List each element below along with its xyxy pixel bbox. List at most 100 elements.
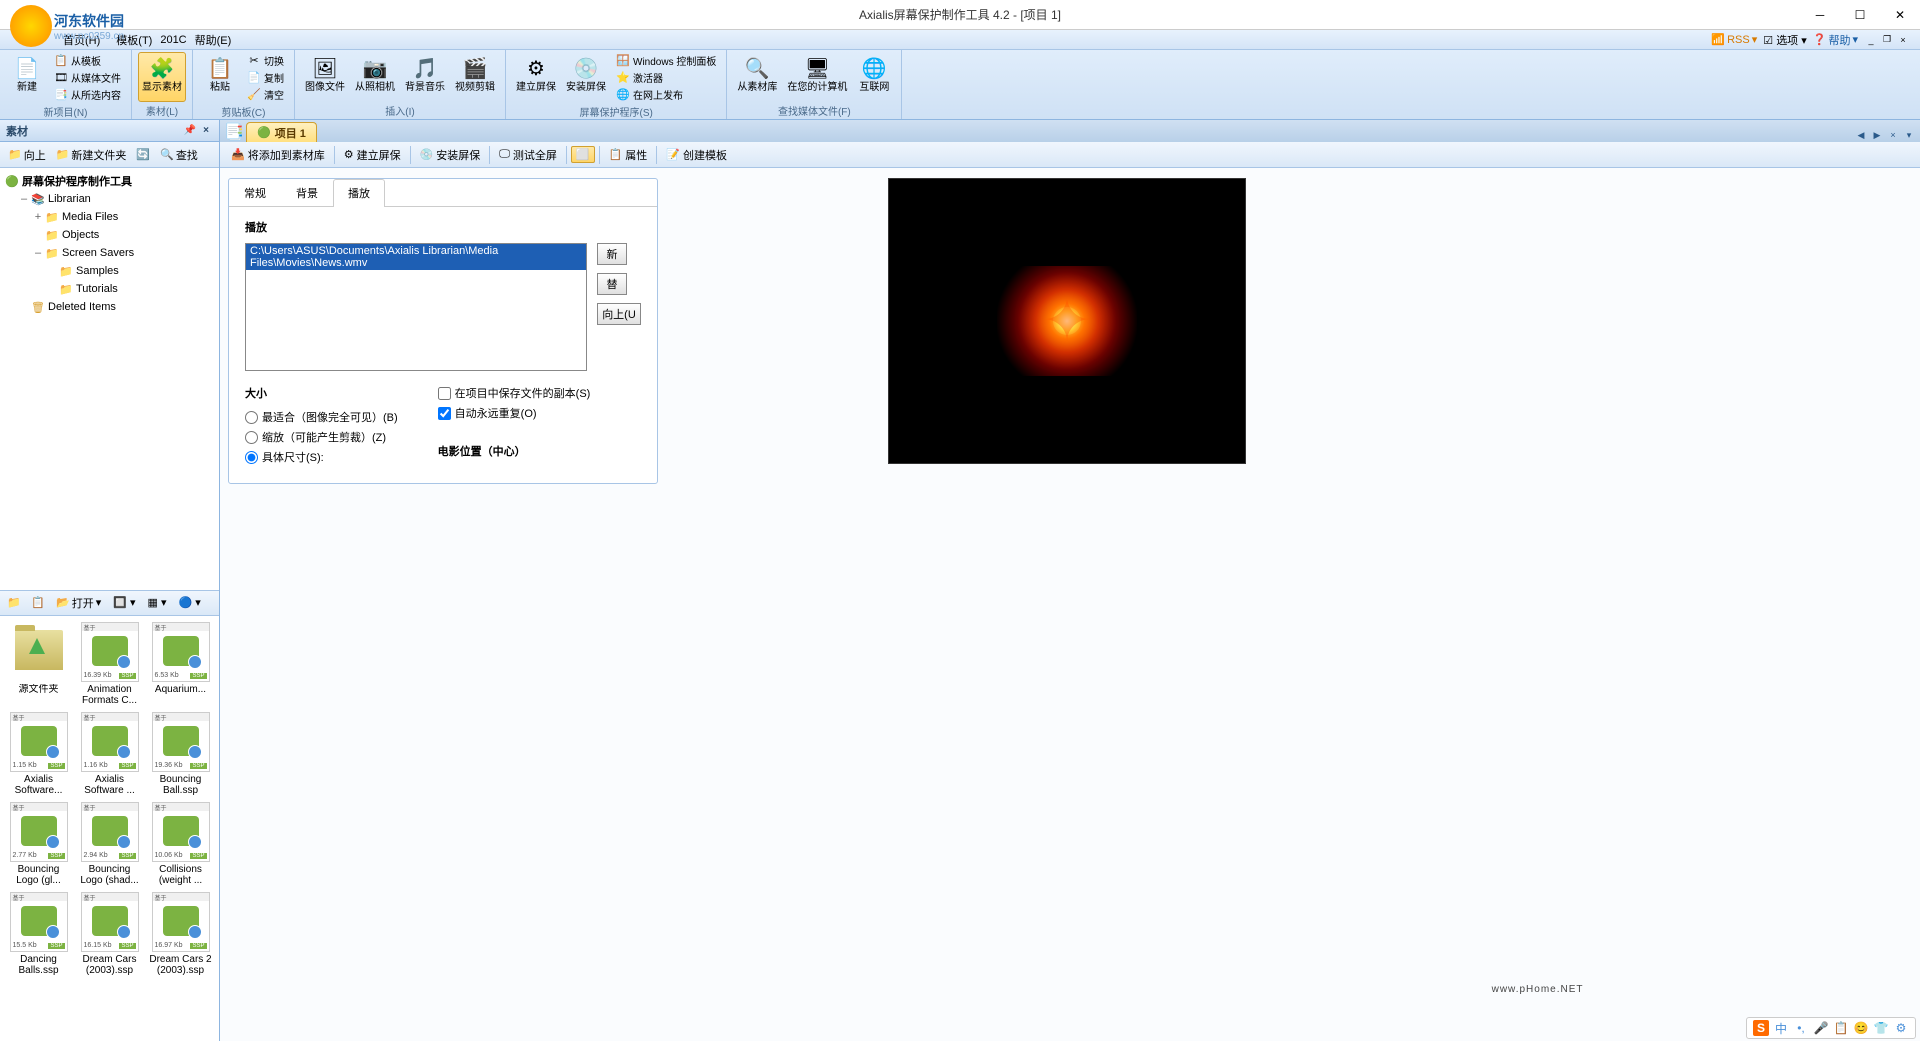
thumbnail-Dancing Balls.ssp[interactable]: 基于15.5 KbSSPDancing Balls.ssp: [6, 892, 71, 976]
replace-file-button[interactable]: 替: [597, 273, 627, 295]
ribbon-mini-在网上发布[interactable]: 🌐在网上发布: [612, 86, 720, 103]
close-button[interactable]: ✕: [1880, 1, 1920, 29]
thumbnail-grid[interactable]: 源文件夹基于16.39 KbSSPAnimation Formats C...基…: [0, 616, 219, 1041]
tt-btn-2[interactable]: 📋: [28, 593, 48, 613]
tray-icon-4[interactable]: 😊: [1853, 1020, 1869, 1036]
folder-tree[interactable]: 🟢 屏幕保护程序制作工具 –📚Librarian+📁Media Files📁Ob…: [0, 168, 219, 590]
doctb-创建模板[interactable]: 📝创建模板: [661, 145, 732, 165]
menu-help[interactable]: 帮助(E): [187, 30, 240, 50]
tree-node-Deleted Items[interactable]: 🗑Deleted Items: [0, 298, 219, 316]
thumbnail-Dream Cars (2003).ssp[interactable]: 基于16.15 KbSSPDream Cars (2003).ssp: [77, 892, 142, 976]
ribbon-mini-从所选内容[interactable]: 📑从所选内容: [50, 86, 125, 103]
thumbnail-Bouncing Logo (shad...[interactable]: 基于2.94 KbSSPBouncing Logo (shad...: [77, 802, 142, 886]
tab-menu-button[interactable]: ▾: [1902, 128, 1916, 142]
tray-icon-3[interactable]: 📋: [1833, 1020, 1849, 1036]
thumbnail-Axialis Software...[interactable]: 基于1.15 KbSSPAxialis Software...: [6, 712, 71, 796]
ribbon-btn-粘贴[interactable]: 📋粘贴: [199, 52, 241, 103]
size-radio-2[interactable]: 具体尺寸(S):: [245, 449, 398, 465]
options-button[interactable]: ☑ 选项 ▾: [1763, 32, 1807, 48]
prop-tab-背景[interactable]: 背景: [281, 179, 333, 206]
doctb-建立屏保[interactable]: ⚙建立屏保: [339, 145, 406, 165]
prop-tab-常规[interactable]: 常规: [229, 179, 281, 206]
tree-node-Samples[interactable]: 📁Samples: [0, 262, 219, 280]
help-button[interactable]: ❓帮助 ▾: [1813, 32, 1858, 48]
move-up-button[interactable]: 向上(U: [597, 303, 641, 325]
tray-icon-2[interactable]: 🎤: [1813, 1020, 1829, 1036]
ribbon-mini-激活器[interactable]: ⭐激活器: [612, 69, 720, 86]
tray-icon-5[interactable]: 👕: [1873, 1020, 1889, 1036]
ribbon-btn-背景音乐[interactable]: 🎵背景音乐: [401, 52, 449, 102]
option-check-1[interactable]: 自动永远重复(O): [438, 405, 591, 421]
view-button-1[interactable]: 🔲 ▾: [109, 593, 139, 613]
panel-pin-button[interactable]: 📌: [183, 124, 197, 138]
size-radio-0[interactable]: 最适合（图像完全可见）(B): [245, 409, 398, 425]
ime-tray[interactable]: S中•,🎤📋😊👕⚙: [1746, 1017, 1916, 1039]
thumbnail-Dream Cars 2 (2003).ssp[interactable]: 基于16.97 KbSSPDream Cars 2 (2003).ssp: [148, 892, 213, 976]
minimize-button[interactable]: ─: [1800, 1, 1840, 29]
media-file-item[interactable]: C:\Users\ASUS\Documents\Axialis Libraria…: [246, 244, 586, 270]
tree-node-Media Files[interactable]: +📁Media Files: [0, 208, 219, 226]
ribbon-btn-在您的计算机[interactable]: 🖥在您的计算机: [783, 52, 851, 102]
ribbon-mini-从媒体文件[interactable]: 🎞从媒体文件: [50, 69, 125, 86]
open-button[interactable]: 📂 打开 ▾: [52, 593, 105, 613]
inner-restore-button[interactable]: ❐: [1880, 33, 1894, 47]
refresh-button[interactable]: 🔄: [132, 146, 154, 163]
prop-tab-播放[interactable]: 播放: [333, 179, 385, 207]
thumbnail-Animation Formats C...[interactable]: 基于16.39 KbSSPAnimation Formats C...: [77, 622, 142, 706]
tray-icon-0[interactable]: 中: [1773, 1020, 1789, 1036]
thumbnail-Aquarium...[interactable]: 基于6.53 KbSSPAquarium...: [148, 622, 213, 706]
tree-node-Objects[interactable]: 📁Objects: [0, 226, 219, 244]
ribbon-mini-切换[interactable]: ✂切换: [243, 52, 288, 69]
new-file-button[interactable]: 新: [597, 243, 627, 265]
new-folder-button[interactable]: 📁新建文件夹: [52, 145, 131, 165]
doctb-将添加到素材库[interactable]: 📥将添加到素材库: [226, 145, 330, 165]
option-check-0[interactable]: 在项目中保存文件的副本(S): [438, 385, 591, 401]
tray-icon-1[interactable]: •,: [1793, 1020, 1809, 1036]
up-button[interactable]: 📁向上: [4, 145, 50, 165]
doctb-btn4[interactable]: ⬜: [571, 146, 595, 163]
maximize-button[interactable]: ☐: [1840, 1, 1880, 29]
panel-close-button[interactable]: ×: [199, 124, 213, 138]
ribbon-btn-互联网[interactable]: 🌐互联网: [853, 52, 895, 102]
ribbon-btn-图像文件[interactable]: 🖼图像文件: [301, 52, 349, 102]
tab-list-icon[interactable]: 📑: [226, 124, 242, 140]
thumbnail-Bouncing Ball.ssp[interactable]: 基于19.36 KbSSPBouncing Ball.ssp: [148, 712, 213, 796]
ribbon-btn-新建[interactable]: 📄新建: [6, 52, 48, 103]
ribbon-btn-视频剪辑[interactable]: 🎬视频剪辑: [451, 52, 499, 102]
expand-icon[interactable]: –: [32, 247, 44, 259]
tt-btn-1[interactable]: 📁: [4, 593, 24, 613]
tab-close-button[interactable]: ×: [1886, 128, 1900, 142]
document-tab-1[interactable]: 🟢 项目 1: [246, 122, 317, 142]
view-button-3[interactable]: 🔵 ▾: [175, 593, 205, 613]
inner-minimize-button[interactable]: _: [1864, 33, 1878, 47]
ribbon-btn-显示素材[interactable]: 🧩显示素材: [138, 52, 186, 102]
expand-icon[interactable]: –: [18, 193, 30, 205]
media-file-list[interactable]: C:\Users\ASUS\Documents\Axialis Libraria…: [245, 243, 587, 371]
ime-logo-icon[interactable]: S: [1753, 1020, 1769, 1036]
doctb-属性[interactable]: 📋属性: [604, 145, 653, 165]
ribbon-btn-从照相机[interactable]: 📷从照相机: [351, 52, 399, 102]
ribbon-mini-从模板[interactable]: 📋从模板: [50, 52, 125, 69]
tab-prev-button[interactable]: ◀: [1854, 128, 1868, 142]
doctb-测试全屏[interactable]: 🖵测试全屏: [494, 145, 562, 165]
doctb-安装屏保[interactable]: 💿安装屏保: [415, 145, 486, 165]
tree-node-Screen Savers[interactable]: –📁Screen Savers: [0, 244, 219, 262]
tree-root[interactable]: 🟢 屏幕保护程序制作工具: [0, 172, 219, 190]
inner-close-button[interactable]: ×: [1896, 33, 1910, 47]
tree-node-Librarian[interactable]: –📚Librarian: [0, 190, 219, 208]
ribbon-btn-安装屏保[interactable]: 💿安装屏保: [562, 52, 610, 103]
tab-next-button[interactable]: ▶: [1870, 128, 1884, 142]
thumbnail-Collisions (weight ...[interactable]: 基于10.06 KbSSPCollisions (weight ...: [148, 802, 213, 886]
ribbon-mini-清空[interactable]: 🧹清空: [243, 86, 288, 103]
thumbnail-源文件夹[interactable]: 源文件夹: [6, 622, 71, 706]
ribbon-mini-Windows 控制面板[interactable]: 🪟Windows 控制面板: [612, 52, 720, 69]
tree-node-Tutorials[interactable]: 📁Tutorials: [0, 280, 219, 298]
ribbon-btn-从素材库[interactable]: 🔍从素材库: [733, 52, 781, 102]
size-radio-1[interactable]: 缩放（可能产生剪裁）(Z): [245, 429, 398, 445]
tray-icon-6[interactable]: ⚙: [1893, 1020, 1909, 1036]
find-button[interactable]: 🔍查找: [156, 145, 202, 165]
view-button-2[interactable]: ▦ ▾: [144, 593, 171, 613]
ribbon-mini-复制[interactable]: 📄复制: [243, 69, 288, 86]
rss-link[interactable]: 📶RSS ▾: [1711, 33, 1757, 46]
thumbnail-Bouncing Logo (gl...[interactable]: 基于2.77 KbSSPBouncing Logo (gl...: [6, 802, 71, 886]
